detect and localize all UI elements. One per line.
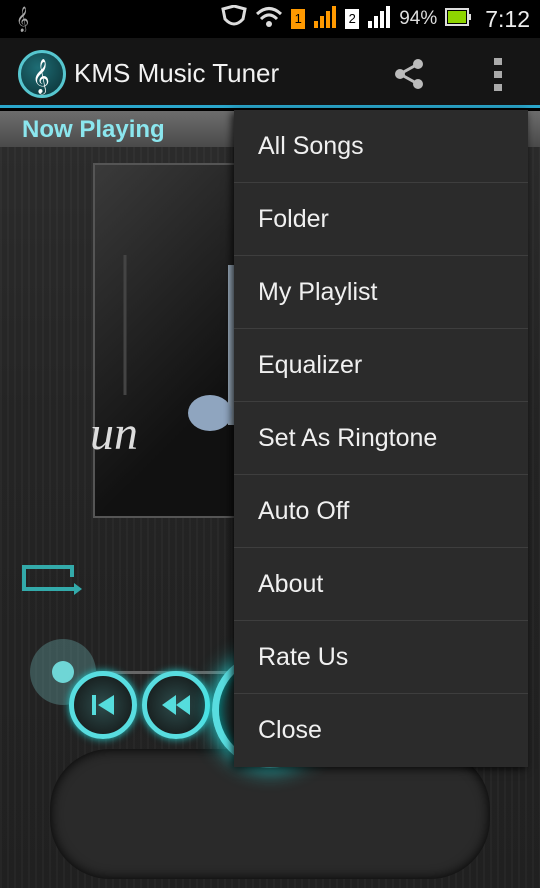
overflow-menu-icon[interactable] [484,54,512,94]
battery-percent: 94% [399,8,438,29]
wifi-icon [255,5,283,34]
svg-text:𝄞: 𝄞 [16,6,29,32]
menu-item-my-playlist[interactable]: My Playlist [234,256,528,329]
menu-item-close[interactable]: Close [234,694,528,767]
controls-panel [50,749,490,879]
menu-item-set-as-ringtone[interactable]: Set As Ringtone [234,402,528,475]
signal-icon-1 [313,5,337,33]
clock: 7:12 [485,5,530,32]
album-art [93,163,253,518]
menu-item-rate-us[interactable]: Rate Us [234,621,528,694]
svg-text:𝄞: 𝄞 [32,59,50,95]
share-icon[interactable] [392,56,428,92]
menu-item-folder[interactable]: Folder [234,183,528,256]
menu-item-about[interactable]: About [234,548,528,621]
overflow-menu: All Songs Folder My Playlist Equalizer S… [234,110,528,767]
sim-1-badge: 1 [291,9,306,29]
menu-item-equalizer[interactable]: Equalizer [234,329,528,402]
album-art-text: un [90,407,138,460]
shield-icon [221,3,247,34]
battery-icon [445,7,472,31]
action-bar: 𝄞 KMS Music Tuner [0,38,540,108]
sim-2-badge: 2 [345,9,360,29]
rewind-icon [162,695,190,715]
music-note-icon: 𝄞 [14,6,34,37]
previous-icon [92,695,114,715]
menu-item-auto-off[interactable]: Auto Off [234,475,528,548]
app-title: KMS Music Tuner [74,58,280,88]
seek-dot [52,661,74,683]
previous-button[interactable] [69,671,137,739]
signal-icon-2 [367,5,391,33]
menu-item-all-songs[interactable]: All Songs [234,110,528,183]
treble-clef-logo-icon[interactable]: 𝄞 [18,50,66,98]
rewind-button[interactable] [142,671,210,739]
now-playing-label: Now Playing [22,116,165,143]
repeat-icon[interactable] [20,559,86,601]
status-bar: 𝄞 1 2 94% 7:12 [0,0,540,38]
